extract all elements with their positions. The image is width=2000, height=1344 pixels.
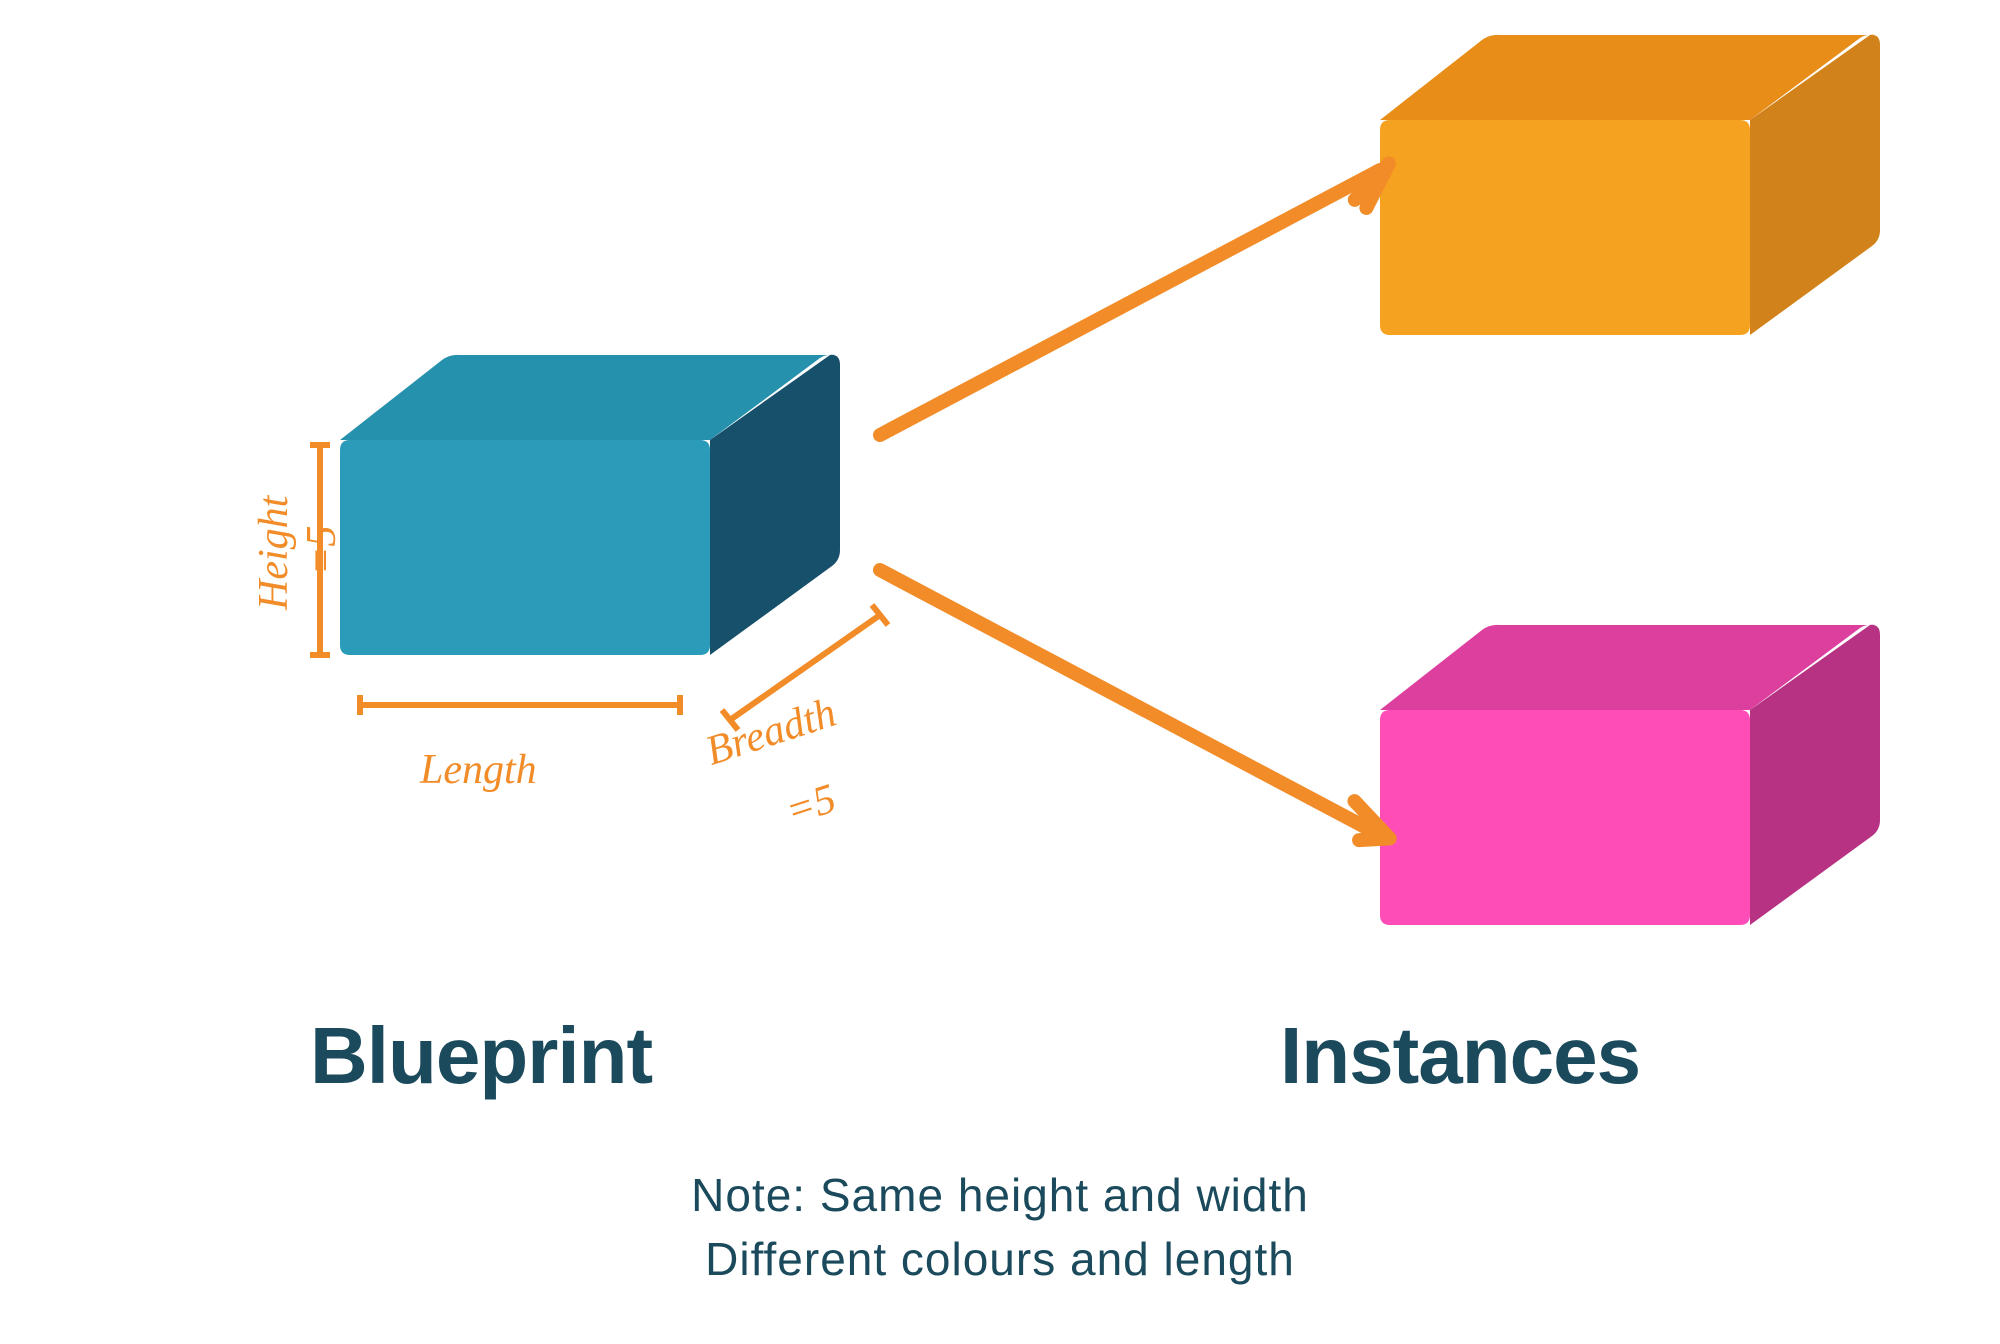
note-line-2: Different colours and length <box>0 1232 2000 1286</box>
instance-orange-cuboid <box>1370 30 1950 390</box>
length-bracket <box>355 690 685 720</box>
breadth-value: =5 <box>780 775 842 836</box>
blueprint-title: Blueprint <box>310 1010 652 1102</box>
arrow-to-instance-1 <box>870 140 1430 450</box>
height-label: Height <box>250 496 298 610</box>
diagram-canvas: Height =5 Length Breadth =5 Blueprint In… <box>0 0 2000 1344</box>
arrow-to-instance-2 <box>870 555 1430 865</box>
note-line-1: Note: Same height and width <box>0 1168 2000 1222</box>
height-value: =5 <box>298 526 346 575</box>
instance-pink-cuboid <box>1370 620 1950 980</box>
instances-title: Instances <box>1280 1010 1640 1102</box>
length-label: Length <box>420 746 537 794</box>
